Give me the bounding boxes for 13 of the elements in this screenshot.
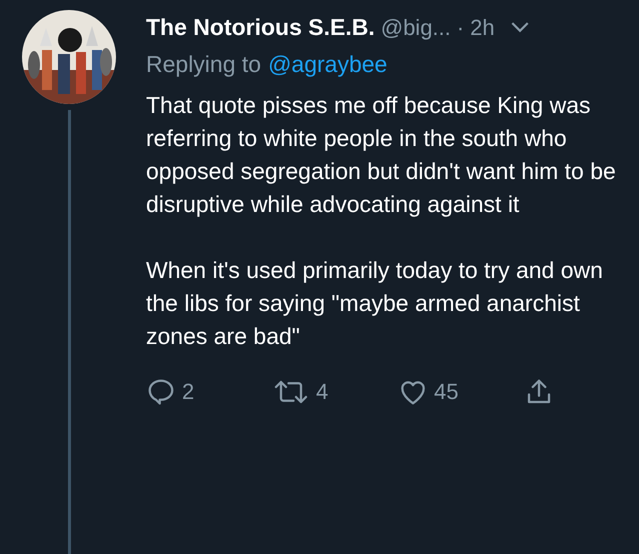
user-handle: @big...: [380, 14, 451, 42]
separator: ·: [456, 14, 464, 42]
reply-button[interactable]: 2: [146, 375, 272, 408]
display-name[interactable]: The Notorious S.E.B.: [146, 10, 375, 44]
tweet-text: That quote pisses me off because King was referring to white people in the south who opposed segregation but didn't want him to be disruptive while advocating against it: [146, 91, 617, 219]
speech-bubble-icon: [146, 376, 176, 406]
replying-to-label: Replying to: [146, 50, 262, 79]
tweet-time: 2h: [470, 14, 495, 42]
like-button[interactable]: 45: [398, 375, 524, 408]
mention-link[interactable]: @agraybee: [268, 46, 388, 81]
retweet-button[interactable]: 4: [272, 375, 398, 408]
caret-icon[interactable]: [510, 22, 529, 33]
tweet-text: When it's used primarily today to try and own the libs for saying "maybe armed anarchist zones are bad": [146, 256, 604, 351]
